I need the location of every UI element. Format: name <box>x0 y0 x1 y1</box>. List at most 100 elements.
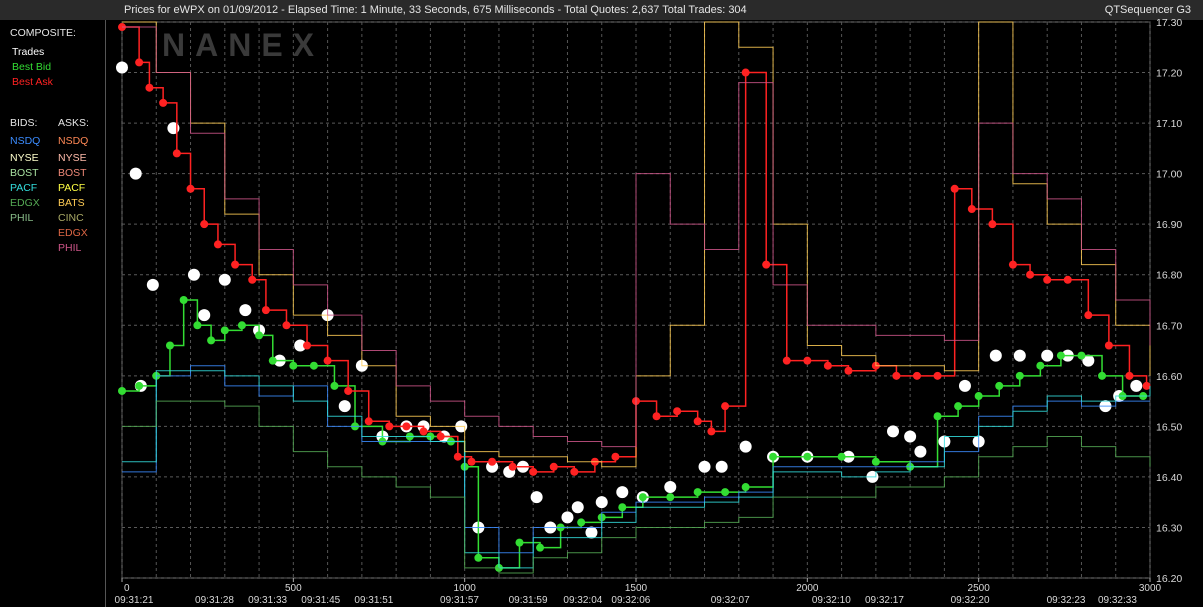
time-label: 09:32:20 <box>951 595 990 606</box>
y-tick-label: 16.80 <box>1156 270 1182 282</box>
series-point <box>693 488 702 497</box>
series-point <box>892 371 901 380</box>
series-point <box>135 58 144 67</box>
x-tick-label: 500 <box>285 583 302 594</box>
trade-point <box>698 460 711 473</box>
series-point <box>933 412 942 421</box>
trade-point <box>715 460 728 473</box>
series-point <box>652 412 661 421</box>
series-point <box>803 356 812 365</box>
time-label: 09:31:57 <box>440 595 479 606</box>
series-point <box>323 356 332 365</box>
time-label: 09:32:04 <box>563 595 602 606</box>
trade-point <box>914 445 927 458</box>
series-point <box>213 240 222 249</box>
trade-point <box>561 511 574 524</box>
y-tick-label: 17.30 <box>1156 17 1182 29</box>
series-point <box>255 331 264 340</box>
trade-point <box>739 440 752 453</box>
series-point <box>402 422 411 431</box>
series-point <box>1036 361 1045 370</box>
series-point <box>248 275 257 284</box>
series-point <box>474 553 483 562</box>
series-point <box>995 381 1004 390</box>
series-point <box>988 220 997 229</box>
time-label: 09:32:10 <box>812 595 851 606</box>
series-point <box>261 306 270 315</box>
y-tick-label: 17.20 <box>1156 68 1182 80</box>
series-point <box>1142 381 1151 390</box>
series-point <box>1104 341 1113 350</box>
time-label: 09:31:21 <box>115 595 154 606</box>
series-point <box>611 452 620 461</box>
series-point <box>467 457 476 466</box>
series-point <box>673 407 682 416</box>
trade-point <box>1130 379 1143 392</box>
series-point <box>871 457 880 466</box>
series-point <box>385 422 394 431</box>
y-tick-label: 16.90 <box>1156 219 1182 231</box>
series-point <box>666 493 675 502</box>
series-point <box>165 341 174 350</box>
series-point <box>1043 275 1052 284</box>
trade-point <box>958 379 971 392</box>
time-label: 09:31:33 <box>248 595 287 606</box>
y-tick-label: 17.10 <box>1156 118 1182 130</box>
series-point <box>193 321 202 330</box>
y-tick-label: 16.40 <box>1156 472 1182 484</box>
trade-point <box>904 430 917 443</box>
y-tick-label: 17.00 <box>1156 169 1182 181</box>
series-point <box>577 518 586 527</box>
x-tick-label: 2500 <box>968 583 991 594</box>
y-tick-label: 16.60 <box>1156 371 1182 383</box>
series-point <box>837 452 846 461</box>
series-point <box>1056 351 1065 360</box>
series-point <box>950 184 959 193</box>
series-point <box>638 493 647 502</box>
series-point <box>135 381 144 390</box>
series-point <box>436 432 445 441</box>
series-point <box>364 417 373 426</box>
series-point <box>1098 371 1107 380</box>
series-point <box>782 356 791 365</box>
series-point <box>344 386 353 395</box>
trade-point <box>571 501 584 514</box>
trade-point <box>664 481 677 494</box>
series-point <box>967 205 976 214</box>
series-point <box>912 371 921 380</box>
series-point <box>823 361 832 370</box>
time-label: 09:32:06 <box>611 595 650 606</box>
series-point <box>282 321 291 330</box>
series-point <box>707 427 716 436</box>
series-point <box>1125 371 1134 380</box>
series-point <box>289 361 298 370</box>
series-point <box>954 402 963 411</box>
x-tick-label: 0 <box>124 583 130 594</box>
series-point <box>974 392 983 401</box>
x-tick-label: 1500 <box>625 583 648 594</box>
trade-point <box>167 122 180 135</box>
series-point <box>721 488 730 497</box>
trade-point <box>1041 349 1054 362</box>
series-point <box>549 462 558 471</box>
y-tick-label: 16.70 <box>1156 320 1182 332</box>
series-point <box>303 341 312 350</box>
time-label: 09:31:45 <box>301 595 340 606</box>
time-label: 09:32:07 <box>711 595 750 606</box>
series-point <box>330 381 339 390</box>
series-point <box>529 467 538 476</box>
series-point <box>1026 270 1035 279</box>
trade-point <box>595 496 608 509</box>
price-chart: NANEX16.2016.3016.4016.5016.6016.7016.80… <box>115 17 1183 606</box>
series-point <box>309 361 318 370</box>
series-point <box>570 467 579 476</box>
series-point <box>741 483 750 492</box>
series-point <box>237 321 246 330</box>
series-point <box>186 184 195 193</box>
series-point <box>419 427 428 436</box>
series-point <box>515 538 524 547</box>
time-label: 09:32:23 <box>1047 595 1086 606</box>
trade-point <box>239 304 252 317</box>
trade-point <box>887 425 899 438</box>
series-point <box>721 402 730 411</box>
